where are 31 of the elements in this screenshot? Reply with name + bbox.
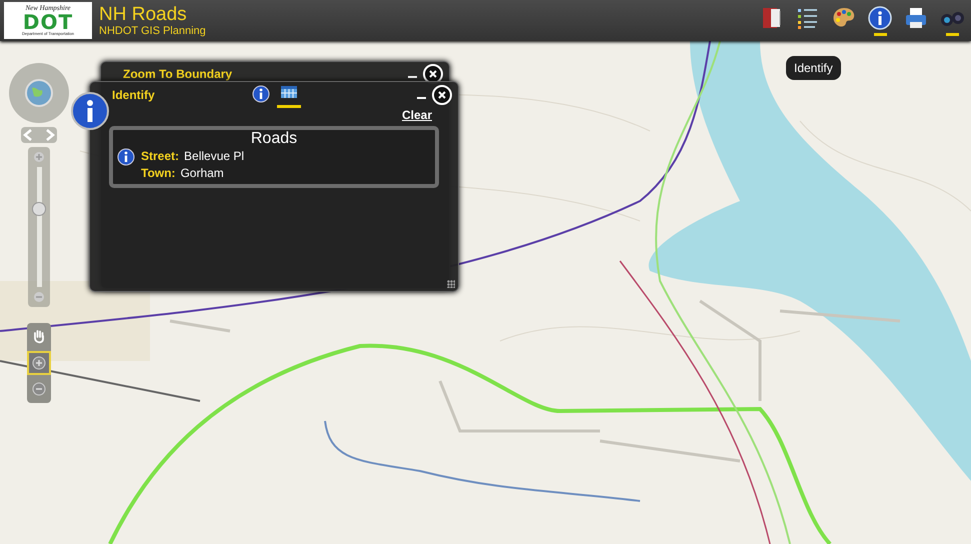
hand-icon: [31, 329, 47, 345]
zoom-in-tool-button[interactable]: [27, 351, 51, 375]
open-indicator: [874, 33, 886, 36]
table-icon: [280, 84, 298, 98]
panel-title: Identify: [112, 88, 155, 102]
minimize-button[interactable]: [416, 97, 426, 99]
layer-name: Roads: [250, 130, 298, 148]
tooltip: Identify: [786, 56, 841, 80]
info-icon: [252, 84, 270, 102]
field-value: Gorham: [180, 165, 224, 182]
info-icon: [70, 91, 110, 131]
app-title: NH Roads: [99, 4, 188, 24]
close-icon: [428, 69, 438, 79]
panel-title: Zoom To Boundary: [123, 67, 232, 81]
resize-grip-icon[interactable]: [447, 280, 455, 288]
printer-icon: [903, 5, 929, 31]
field-value: Bellevue Pl: [184, 148, 244, 165]
clear-link[interactable]: Clear: [402, 108, 432, 122]
open-indicator: [946, 33, 958, 36]
close-button[interactable]: [432, 85, 452, 105]
globe-icon: [24, 78, 54, 108]
zoom-in-icon: [31, 355, 47, 371]
zoom-slider-thumb[interactable]: [32, 202, 46, 216]
info-icon: [117, 148, 135, 166]
logo-mark-text: DOT: [22, 12, 74, 32]
app-subtitle: NHDOT GIS Planning: [99, 26, 206, 36]
field-label: Town:: [141, 165, 176, 182]
close-icon: [436, 90, 447, 100]
field-label: Street:: [141, 148, 180, 165]
info-icon: [867, 5, 893, 31]
zoom-out-icon: [31, 381, 47, 397]
